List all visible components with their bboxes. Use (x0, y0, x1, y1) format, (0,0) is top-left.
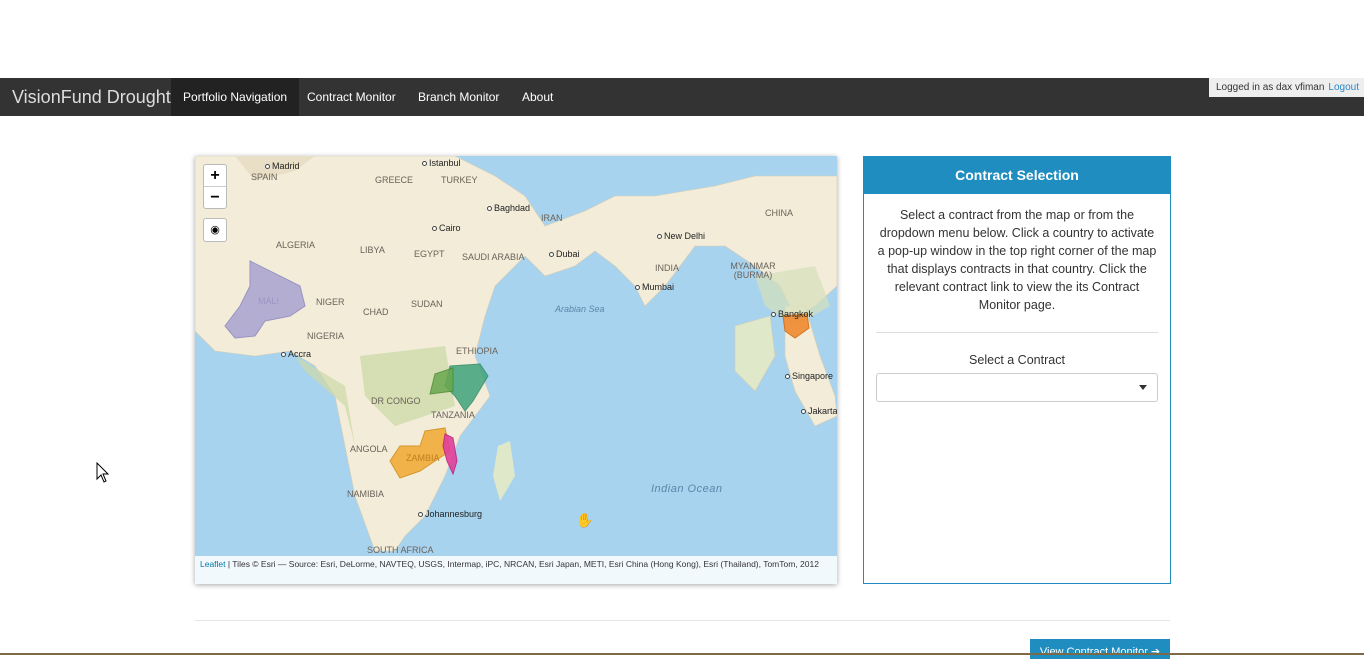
city-mumbai-label: Mumbai (642, 282, 675, 292)
city-mumbai: Mumbai (635, 282, 674, 292)
label-sudan: SUDAN (411, 299, 443, 309)
city-madrid-label: Madrid (272, 161, 300, 171)
city-dot (487, 206, 492, 212)
brand-title[interactable]: VisionFund Drought (12, 78, 171, 116)
label-egypt: EGYPT (414, 249, 445, 259)
city-dot (785, 374, 790, 380)
city-bangkok: Bangkok (771, 309, 813, 319)
panel-description: Select a contract from the map or from t… (877, 208, 1157, 312)
label-nigeria: NIGERIA (307, 331, 345, 341)
label-zambia: ZAMBIA (406, 453, 440, 463)
label-libya: LIBYA (360, 245, 385, 255)
select-contract-label: Select a Contract (969, 353, 1065, 367)
label-algeria: ALGERIA (276, 240, 316, 250)
city-bangkok-label: Bangkok (778, 309, 814, 319)
city-dot (657, 234, 662, 240)
nav-contract-monitor[interactable]: Contract Monitor (295, 78, 408, 116)
footer-divider (195, 620, 1170, 621)
login-text: Logged in as dax vfiman (1216, 82, 1325, 93)
label-iran: IRAN (541, 213, 563, 223)
label-arabian-sea: Arabian Sea (555, 304, 605, 314)
label-chad: CHAD (363, 307, 389, 317)
city-baghdad: Baghdad (487, 203, 530, 213)
city-istanbul: Istanbul (422, 158, 461, 168)
label-tanzania: TANZANIA (431, 410, 475, 420)
city-new-delhi: New Delhi (657, 231, 705, 241)
login-status: Logged in as dax vfiman Logout (1209, 78, 1364, 97)
city-johannesburg-label: Johannesburg (425, 509, 483, 519)
city-dubai: Dubai (549, 249, 580, 259)
city-singapore: Singapore (785, 371, 833, 381)
city-dot (801, 409, 806, 415)
label-myanmar: MYANMAR (BURMA) (730, 261, 776, 280)
leaflet-link[interactable]: Leaflet (200, 559, 226, 569)
nav-branch-monitor[interactable]: Branch Monitor (406, 78, 511, 116)
city-accra-label: Accra (288, 349, 312, 359)
label-turkey: TURKEY (441, 175, 478, 185)
view-contract-monitor-button[interactable]: View Contract Monitor ➔ (1030, 639, 1170, 659)
label-mali: MALI (258, 296, 280, 306)
city-johannesburg: Johannesburg (418, 509, 482, 519)
mouse-pointer-icon (96, 462, 110, 483)
label-indian-ocean: Indian Ocean (651, 483, 723, 495)
grab-hand-cursor-icon: ✋ (576, 512, 594, 528)
city-dot (418, 512, 423, 518)
zoom-in-button[interactable]: + (204, 165, 226, 186)
map-basemap (195, 156, 837, 552)
globe-icon[interactable]: ◉ (203, 218, 227, 242)
city-dot (265, 164, 270, 170)
label-ethiopia: ETHIOPIA (456, 346, 499, 356)
city-istanbul-label: Istanbul (429, 158, 461, 168)
city-dot (635, 285, 640, 291)
label-south-africa: SOUTH AFRICA (367, 545, 434, 555)
city-dot (549, 252, 554, 258)
label-dr-congo: DR CONGO (371, 396, 421, 406)
top-navbar: VisionFund Drought Portfolio Navigation … (0, 78, 1364, 116)
city-dubai-label: Dubai (556, 249, 580, 259)
nav-portfolio-navigation[interactable]: Portfolio Navigation (171, 78, 300, 116)
city-jakarta: Jakarta (801, 406, 837, 416)
city-singapore-label: Singapore (792, 371, 834, 381)
zoom-control: + − (203, 164, 227, 209)
panel-title: Contract Selection (864, 157, 1170, 194)
label-greece: GREECE (375, 175, 414, 185)
city-dot (432, 226, 437, 232)
label-spain: SPAIN (251, 172, 278, 182)
city-baghdad-label: Baghdad (494, 203, 531, 213)
label-saudi-arabia: SAUDI ARABIA (462, 252, 525, 262)
contract-select[interactable] (876, 373, 1158, 402)
label-india: INDIA (655, 263, 680, 273)
city-accra: Accra (281, 349, 311, 359)
label-angola: ANGOLA (350, 444, 388, 454)
caret-down-icon (1139, 385, 1147, 390)
city-dot (281, 352, 286, 358)
label-namibia: NAMIBIA (347, 489, 385, 499)
attribution-text: | Tiles © Esri — Source: Esri, DeLorme, … (225, 559, 819, 569)
contract-selection-panel: Contract Selection Select a contract fro… (863, 156, 1171, 584)
world-map[interactable]: SPAIN GREECE TURKEY IRAN CHINA ALGERIA L… (195, 156, 837, 584)
city-dot (771, 312, 776, 318)
city-madrid: Madrid (265, 161, 300, 171)
panel-divider (876, 332, 1158, 333)
city-cairo-label: Cairo (439, 223, 461, 233)
zoom-out-button[interactable]: − (204, 186, 226, 208)
logout-link[interactable]: Logout (1328, 82, 1359, 93)
map-attribution: Leaflet | Tiles © Esri — Source: Esri, D… (195, 556, 837, 584)
city-cairo: Cairo (432, 223, 461, 233)
nav-about[interactable]: About (510, 78, 565, 116)
label-china: CHINA (765, 208, 794, 218)
city-new-delhi-label: New Delhi (664, 231, 706, 241)
label-niger: NIGER (316, 297, 345, 307)
city-dot (422, 161, 427, 167)
city-jakarta-label: Jakarta (808, 406, 837, 416)
